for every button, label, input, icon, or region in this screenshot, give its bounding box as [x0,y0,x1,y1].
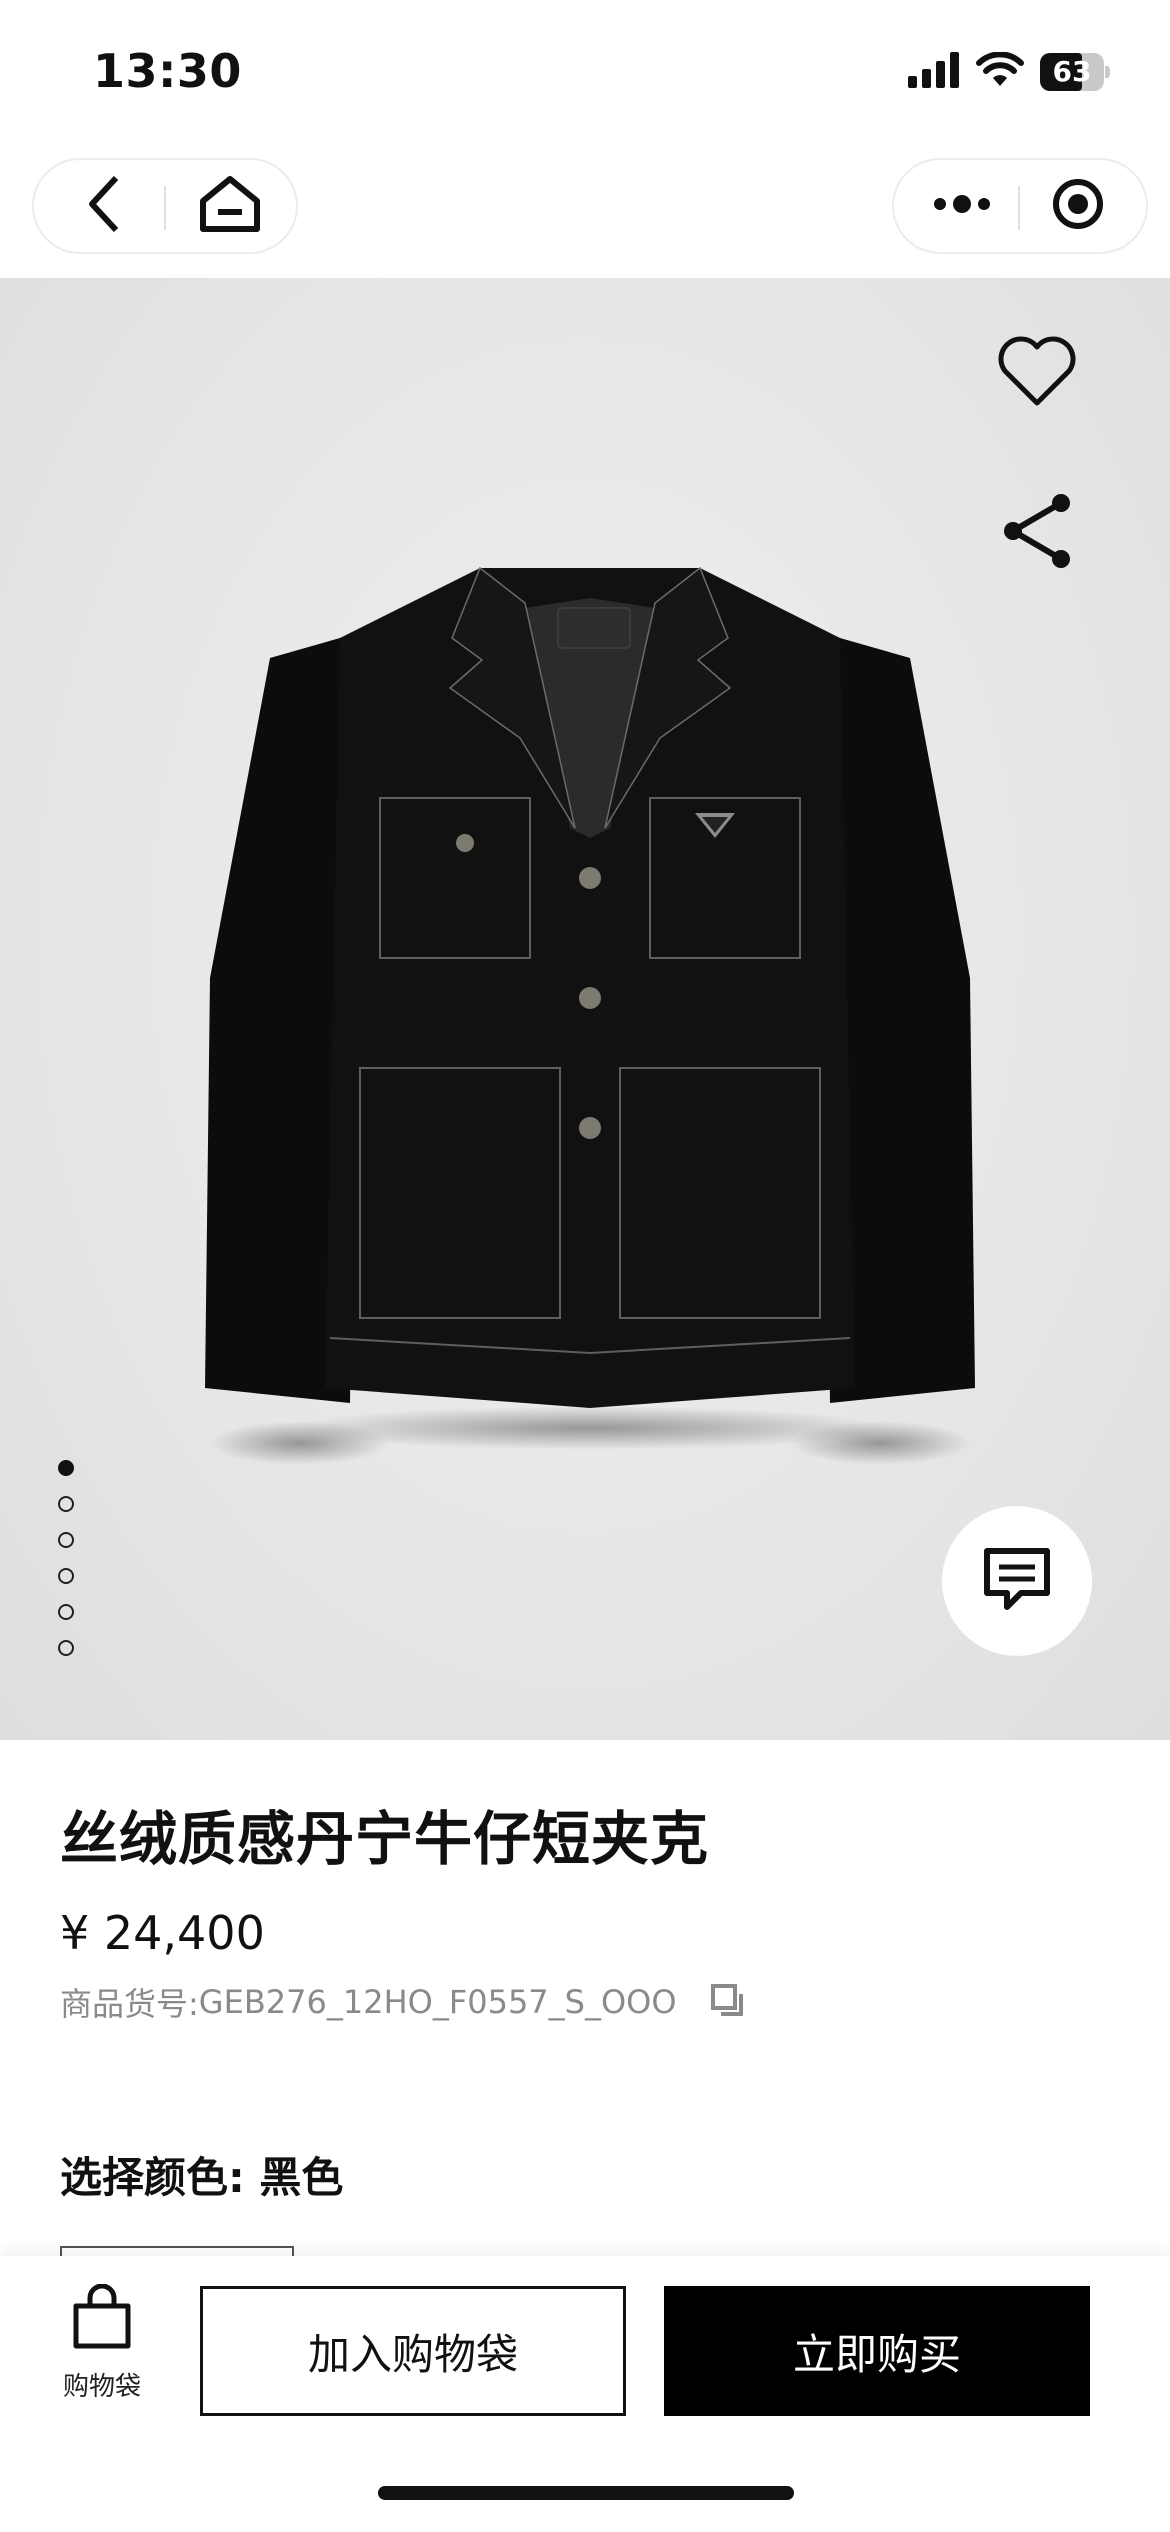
gallery-dot[interactable] [58,1568,74,1584]
cellular-signal-icon [908,52,960,92]
more-button[interactable] [914,160,1010,252]
back-icon [84,174,124,238]
heart-icon [997,335,1077,411]
home-button[interactable] [182,160,278,252]
customer-service-button[interactable] [942,1506,1092,1656]
chat-icon [981,1545,1053,1617]
share-icon [997,491,1077,575]
sku-row: 商品货号: GEB276_12HO_F0557_S_OOO [60,1980,747,2024]
gallery-dot[interactable] [58,1532,74,1548]
shopping-bag-icon [70,2283,134,2354]
mini-program-close-icon [1051,177,1105,235]
color-selector-label: 选择颜色: 黑色 [60,2144,343,2205]
gallery-dot[interactable] [58,1604,74,1620]
gallery-dot[interactable] [58,1460,74,1476]
nav-divider [1018,186,1020,230]
wifi-icon [976,51,1024,92]
nav-capsule-right [892,158,1148,254]
product-image [205,566,975,1465]
product-title: 丝绒质感丹宁牛仔短夹克 [60,1805,710,1873]
back-button[interactable] [56,160,152,252]
status-icons: 63 [908,50,1110,94]
close-mini-program-button[interactable] [1030,160,1126,252]
product-price: ¥ 24,400 [60,1906,265,1960]
status-bar: 13:30 63 [0,0,1170,150]
sku-label: 商品货号: [60,1985,199,2023]
shopping-bag-label: 购物袋 [62,2372,141,2402]
gallery-dot[interactable] [58,1496,74,1512]
copy-sku-button[interactable] [707,1982,747,2022]
copy-icon [709,1982,745,2022]
more-icon [932,194,992,218]
shopping-bag-button[interactable]: 购物袋 [52,2283,152,2434]
nav-capsule-left [32,158,298,254]
home-indicator [378,2486,794,2500]
nav-divider [164,186,166,230]
buy-now-button[interactable]: 立即购买 [664,2286,1090,2416]
add-to-bag-button[interactable]: 加入购物袋 [200,2286,626,2416]
sku-value: GEB276_12HO_F0557_S_OOO [198,1983,677,2021]
gallery-dot[interactable] [58,1640,74,1656]
battery-icon: 63 [1040,53,1110,91]
status-time: 13:30 [93,44,242,98]
selected-color: 黑色 [259,2153,344,2202]
share-button[interactable] [992,488,1082,578]
battery-level: 63 [1052,55,1092,88]
favorite-button[interactable] [992,328,1082,418]
product-detail-page: 13:30 63 丝绒质感丹宁牛仔短夹克 ¥ 24,400 商品货号: GEB2… [0,0,1170,2532]
gallery-pagination [58,1460,78,1676]
color-label: 选择颜色: [60,2153,260,2202]
product-image-gallery[interactable] [0,278,1170,1740]
home-icon [198,175,262,237]
